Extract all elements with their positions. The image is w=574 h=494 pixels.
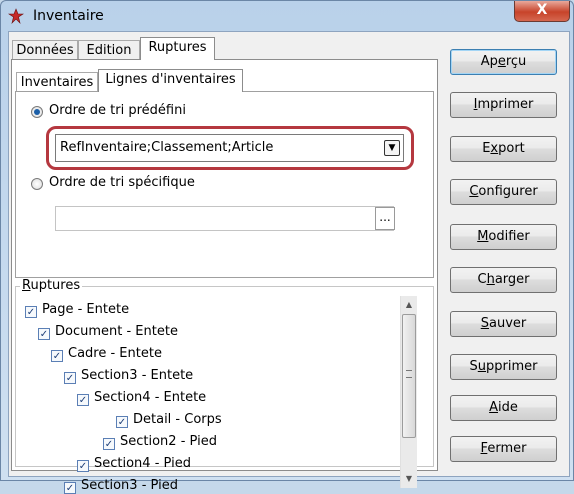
export-button[interactable]: Export	[450, 136, 557, 162]
tree-item-detail-corps[interactable]: ✓ Detail - Corps	[116, 412, 222, 432]
imprimer-button[interactable]: Imprimer	[450, 92, 557, 118]
window-title: Inventaire	[33, 8, 104, 24]
focus-highlight	[46, 126, 414, 170]
vertical-scrollbar[interactable]: ▲ ▼	[400, 296, 417, 488]
specific-label: Ordre de tri spécifique	[49, 175, 195, 190]
tree-item-page-entete[interactable]: ✓ Page - Entete	[25, 302, 129, 322]
fermer-button[interactable]: Fermer	[450, 436, 557, 462]
app-icon	[8, 8, 24, 24]
tab-inventaires[interactable]: Inventaires	[16, 72, 98, 92]
inventaire-window: Inventaire X Données Edition Ruptures In…	[0, 0, 574, 494]
ruptures-group-title: Ruptures	[20, 278, 83, 293]
specific-sort-input[interactable]	[55, 206, 394, 231]
checkbox-detail-corps[interactable]: ✓	[116, 416, 128, 428]
tree-item-document-entete[interactable]: ✓ Document - Entete	[38, 324, 178, 344]
title-bar[interactable]: Inventaire X	[1, 1, 573, 31]
ruptures-tab-panel: Inventaires Lignes d'inventaires Ordre d…	[11, 59, 438, 494]
scroll-thumb[interactable]	[402, 314, 416, 438]
tree-item-section4-entete[interactable]: ✓ Section4 - Entete	[77, 390, 206, 410]
tab-edition[interactable]: Edition	[78, 40, 140, 60]
client-area: Données Edition Ruptures Inventaires Lig…	[8, 31, 570, 494]
sort-panel: Ordre de tri prédéfini RefInventaire;Cla…	[15, 91, 434, 278]
radio-specific[interactable]	[31, 178, 43, 190]
grip-icon	[406, 370, 412, 378]
tree-item-section2-pied[interactable]: ✓ Section2 - Pied	[103, 434, 217, 454]
sauver-button[interactable]: Sauver	[450, 311, 557, 337]
browse-button[interactable]: ...	[375, 207, 395, 230]
checkbox-section2-pied[interactable]: ✓	[103, 438, 115, 450]
tab-donnees[interactable]: Données	[12, 40, 78, 60]
checkbox-section4-entete[interactable]: ✓	[77, 394, 89, 406]
modifier-button[interactable]: Modifier	[450, 224, 557, 250]
supprimer-button[interactable]: Supprimer	[450, 354, 557, 380]
close-button[interactable]: X	[514, 1, 570, 22]
configurer-button[interactable]: Configurer	[450, 179, 557, 205]
tab-ruptures[interactable]: Ruptures	[140, 37, 215, 60]
tree-item-section3-entete[interactable]: ✓ Section3 - Entete	[64, 368, 193, 388]
scroll-down-icon[interactable]: ▼	[401, 470, 417, 487]
tab-lignes-inventaires[interactable]: Lignes d'inventaires	[98, 69, 243, 92]
checkbox-section3-entete[interactable]: ✓	[64, 372, 76, 384]
checkbox-cadre-entete[interactable]: ✓	[51, 350, 63, 362]
predefined-label: Ordre de tri prédéfini	[49, 103, 186, 118]
aide-button[interactable]: Aide	[450, 395, 557, 421]
checkbox-section3-pied[interactable]: ✓	[64, 482, 76, 494]
radio-predefined[interactable]	[31, 106, 43, 118]
checkbox-document-entete[interactable]: ✓	[38, 328, 50, 340]
charger-button[interactable]: Charger	[450, 267, 557, 293]
tree-item-section4-pied[interactable]: ✓ Section4 - Pied	[77, 456, 191, 476]
scroll-up-icon[interactable]: ▲	[401, 296, 417, 313]
apercu-button[interactable]: Aperçu	[450, 49, 557, 75]
tree-item-cadre-entete[interactable]: ✓ Cadre - Entete	[51, 346, 162, 366]
checkbox-page-entete[interactable]: ✓	[25, 306, 37, 318]
ruptures-group: Ruptures ✓ Page - Entete ✓ Document - Ente…	[15, 278, 434, 494]
checkbox-section4-pied[interactable]: ✓	[77, 460, 89, 472]
